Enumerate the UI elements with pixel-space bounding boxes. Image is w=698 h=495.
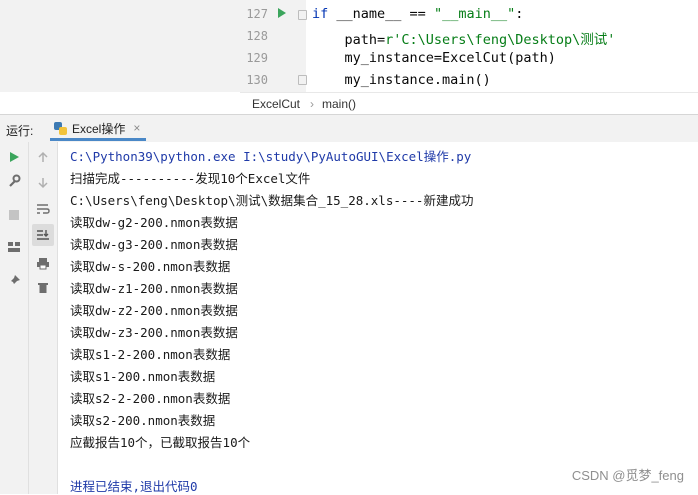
- console-line: 读取dw-z2-200.nmon表数据: [70, 303, 238, 318]
- code-line[interactable]: 128 path=r'C:\Users\feng\Desktop\测试': [240, 25, 698, 48]
- pin-icon[interactable]: [5, 272, 23, 290]
- line-number: 130: [246, 73, 268, 87]
- run-tab[interactable]: Excel操作 ×: [50, 118, 147, 141]
- console-line: 应截报告10个，已截取报告10个: [70, 435, 251, 450]
- stop-icon[interactable]: [5, 206, 23, 224]
- code-text: my_instance.main(): [312, 72, 491, 88]
- console-toolbar: [29, 142, 58, 494]
- print-icon[interactable]: [34, 254, 52, 272]
- up-arrow-icon[interactable]: [34, 148, 52, 166]
- breadcrumb-class[interactable]: ExcelCut: [252, 97, 300, 111]
- python-icon: [54, 121, 67, 135]
- console-line: 读取dw-s-200.nmon表数据: [70, 259, 231, 274]
- console-line: 读取s2-2-200.nmon表数据: [70, 391, 231, 406]
- line-number: 128: [246, 29, 268, 43]
- line-number: 129: [246, 51, 268, 65]
- wrench-icon[interactable]: [5, 172, 23, 190]
- console-line: 扫描完成----------发现10个Excel文件: [70, 171, 311, 186]
- down-arrow-icon[interactable]: [34, 174, 52, 192]
- breadcrumb: ExcelCut › main(): [240, 92, 698, 115]
- console-output[interactable]: C:\Python39\python.exe I:\study\PyAutoGU…: [58, 142, 698, 494]
- console-line: C:\Users\feng\Desktop\测试\数据集合_15_28.xls-…: [70, 193, 474, 208]
- watermark: CSDN @觅梦_feng: [571, 468, 684, 483]
- line-number: 127: [246, 7, 268, 21]
- code-line[interactable]: 127 if __name__ == "__main__":: [240, 3, 698, 25]
- scroll-to-end-icon[interactable]: [32, 224, 54, 246]
- console-line: 读取dw-g2-200.nmon表数据: [70, 215, 238, 230]
- code-line[interactable]: 130 my_instance.main(): [240, 69, 698, 91]
- code-line[interactable]: 129 my_instance=ExcelCut(path): [240, 47, 698, 69]
- code-text: my_instance=ExcelCut(path): [312, 50, 556, 66]
- run-icon[interactable]: [5, 148, 23, 166]
- console-line: 进程已结束,退出代码0: [70, 479, 198, 494]
- breadcrumb-method[interactable]: main(): [322, 97, 356, 111]
- fold-icon[interactable]: [298, 75, 307, 85]
- run-tool-header: 运行: Excel操作 ×: [0, 114, 698, 143]
- console-line: 读取s1-2-200.nmon表数据: [70, 347, 231, 362]
- close-icon[interactable]: ×: [133, 121, 140, 135]
- console-line: 读取s2-200.nmon表数据: [70, 413, 216, 428]
- console-line: 读取dw-z3-200.nmon表数据: [70, 325, 238, 340]
- run-gutter-icon[interactable]: [278, 8, 286, 18]
- editor-blank-area: [0, 0, 241, 92]
- run-toolbar: [0, 142, 29, 494]
- console-line: C:\Python39\python.exe I:\study\PyAutoGU…: [70, 149, 472, 164]
- fold-icon[interactable]: [298, 10, 307, 20]
- code-text: if __name__ == "__main__":: [312, 6, 524, 22]
- soft-wrap-icon[interactable]: [34, 200, 52, 218]
- code-text: path=r'C:\Users\feng\Desktop\测试': [312, 32, 616, 48]
- console-line: 读取dw-g3-200.nmon表数据: [70, 237, 238, 252]
- run-tab-label: Excel操作: [72, 121, 126, 136]
- console-line: 读取s1-200.nmon表数据: [70, 369, 216, 384]
- chevron-right-icon: ›: [310, 97, 314, 111]
- code-editor[interactable]: 127 if __name__ == "__main__": 128 path=…: [0, 0, 698, 92]
- layout-icon[interactable]: [5, 238, 23, 256]
- run-label: 运行:: [6, 124, 34, 138]
- trash-icon[interactable]: [34, 278, 52, 296]
- console-line: 读取dw-z1-200.nmon表数据: [70, 281, 238, 296]
